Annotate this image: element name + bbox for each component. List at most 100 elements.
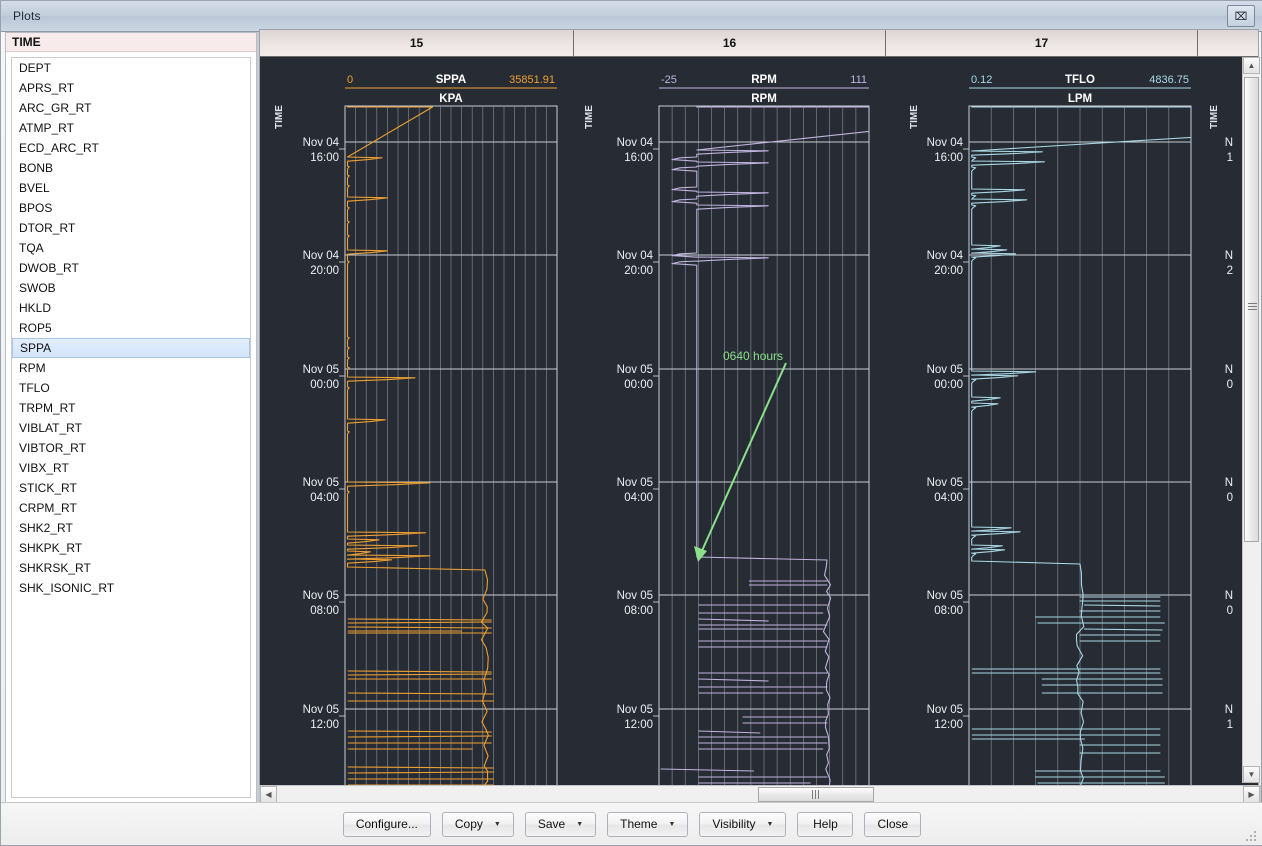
plots-window: Plots ⌧ TIME DEPTAPRS_RTARC_GR_RTATMP_RT… (0, 0, 1262, 846)
scroll-up-icon[interactable]: ▲ (1243, 57, 1260, 74)
curve-list-item-trpm_rt[interactable]: TRPM_RT (12, 398, 250, 418)
horizontal-scrollbar-thumb[interactable] (758, 787, 874, 802)
track-17-min-label: 0.12 (971, 74, 992, 86)
time-tick-time: 00:00 (624, 379, 653, 391)
time-tick-time: 12:00 (934, 719, 963, 731)
track-tab-bar: 15 16 17 (260, 30, 1259, 57)
curve-list-item-shk_isonic_rt[interactable]: SHK_ISONIC_RT (12, 578, 250, 598)
plot-svg: 0 SPPA 35851.91 KPA TIME Nov 04 16:00 Nov 04 20:… (260, 57, 1259, 804)
time-tick-time: 08:00 (310, 605, 339, 617)
scroll-down-icon[interactable]: ▼ (1243, 766, 1260, 783)
curve-list-header: TIME (6, 33, 256, 52)
curve-list-item-shkpk_rt[interactable]: SHKPK_RT (12, 538, 250, 558)
curve-list-item-dwob_rt[interactable]: DWOB_RT (12, 258, 250, 278)
track-15-max-label: 35851.91 (509, 74, 555, 86)
curve-list[interactable]: DEPTAPRS_RTARC_GR_RTATMP_RTECD_ARC_RTBON… (11, 57, 251, 798)
scroll-right-icon[interactable]: ▶ (1243, 786, 1260, 803)
button-label: Help (813, 817, 838, 831)
time-tick-time: 20:00 (310, 265, 339, 277)
curve-list-item-atmp_rt[interactable]: ATMP_RT (12, 118, 250, 138)
track-tab-16[interactable]: 16 (574, 30, 886, 56)
time-tick-time: 20:00 (934, 265, 963, 277)
curve-list-item-shkrsk_rt[interactable]: SHKRSK_RT (12, 558, 250, 578)
time-tick-date: Nov 05 (617, 704, 653, 716)
close-button[interactable]: Close (864, 812, 921, 837)
button-label: Theme (620, 817, 657, 831)
time-tick-time: 08:00 (934, 605, 963, 617)
track-17-time-axis-label: TIME (909, 105, 920, 129)
plot-canvas[interactable]: 0 SPPA 35851.91 KPA TIME Nov 04 16:00 Nov 04 20:… (260, 57, 1259, 804)
curve-list-item-shk2_rt[interactable]: SHK2_RT (12, 518, 250, 538)
curve-list-item-tqa[interactable]: TQA (12, 238, 250, 258)
time-tick-time: 04:00 (624, 492, 653, 504)
time-tick-date-partial: N (1225, 137, 1233, 149)
time-tick-date-partial: N (1225, 250, 1233, 262)
time-tick-date: Nov 05 (927, 590, 963, 602)
copy-button[interactable]: Copy▼ (442, 812, 514, 837)
time-tick-date: Nov 05 (617, 590, 653, 602)
time-tick-date-partial: N (1225, 477, 1233, 489)
chevron-down-icon[interactable]: ▼ (494, 821, 501, 828)
curve-list-item-bvel[interactable]: BVEL (12, 178, 250, 198)
track-tab-15[interactable]: 15 (260, 30, 574, 56)
time-tick-date: Nov 04 (617, 137, 654, 149)
curve-list-item-vibtor_rt[interactable]: VIBTOR_RT (12, 438, 250, 458)
vertical-scrollbar-thumb[interactable] (1244, 77, 1259, 542)
time-tick-time-partial: 2 (1227, 265, 1233, 277)
track-16-max-label: 111 (850, 74, 867, 86)
configure-button[interactable]: Configure... (343, 812, 431, 837)
curve-list-item-rpm[interactable]: RPM (12, 358, 250, 378)
resize-grip-icon[interactable] (1246, 831, 1258, 843)
scroll-up-glyph: ▲ (1248, 61, 1256, 70)
curve-list-item-vibx_rt[interactable]: VIBX_RT (12, 458, 250, 478)
time-tick-date: Nov 04 (303, 250, 340, 262)
time-tick-time-partial: 1 (1227, 152, 1233, 164)
curve-list-panel: TIME DEPTAPRS_RTARC_GR_RTATMP_RTECD_ARC_… (5, 32, 257, 804)
curve-list-item-sppa[interactable]: SPPA (12, 338, 250, 358)
curve-list-item-hkld[interactable]: HKLD (12, 298, 250, 318)
chevron-down-icon[interactable]: ▼ (668, 821, 675, 828)
time-tick-date: Nov 04 (303, 137, 340, 149)
chevron-down-icon[interactable]: ▼ (576, 821, 583, 828)
time-tick-date: Nov 04 (617, 250, 654, 262)
curve-list-item-swob[interactable]: SWOB (12, 278, 250, 298)
time-tick-time: 04:00 (934, 492, 963, 504)
scroll-left-icon[interactable]: ◀ (260, 786, 277, 803)
vertical-scrollbar[interactable]: ▲ ▼ (1242, 57, 1260, 783)
button-label: Visibility (712, 817, 755, 831)
visibility-button[interactable]: Visibility ▼ (699, 812, 786, 837)
curve-list-item-arc_gr_rt[interactable]: ARC_GR_RT (12, 98, 250, 118)
track-16-min-label: -25 (661, 74, 677, 86)
time-tick-time: 00:00 (310, 379, 339, 391)
time-tick-time: 16:00 (624, 152, 653, 164)
track-tab-18[interactable] (1198, 30, 1259, 56)
time-tick-date: Nov 05 (303, 364, 339, 376)
track-tab-17[interactable]: 17 (886, 30, 1198, 56)
curve-list-item-ecd_arc_rt[interactable]: ECD_ARC_RT (12, 138, 250, 158)
close-icon[interactable]: ⌧ (1227, 5, 1255, 27)
time-tick-time: 16:00 (934, 152, 963, 164)
curve-list-item-viblat_rt[interactable]: VIBLAT_RT (12, 418, 250, 438)
curve-list-item-bpos[interactable]: BPOS (12, 198, 250, 218)
track-15-mnemonic: SPPA (436, 74, 466, 86)
annotation-label: 0640 hours (723, 349, 783, 363)
curve-list-item-dept[interactable]: DEPT (12, 58, 250, 78)
curve-list-item-tflo[interactable]: TFLO (12, 378, 250, 398)
time-tick-date: Nov 05 (303, 704, 339, 716)
time-tick-time: 12:00 (310, 719, 339, 731)
curve-list-item-bonb[interactable]: BONB (12, 158, 250, 178)
save-button[interactable]: Save▼ (525, 812, 596, 837)
curve-list-item-dtor_rt[interactable]: DTOR_RT (12, 218, 250, 238)
chevron-down-icon[interactable]: ▼ (767, 821, 774, 828)
window-title: Plots (13, 9, 41, 23)
curve-list-item-aprs_rt[interactable]: APRS_RT (12, 78, 250, 98)
time-tick-time: 20:00 (624, 265, 653, 277)
track-15-units: KPA (439, 93, 462, 105)
help-button[interactable]: Help (797, 812, 853, 837)
curve-list-item-stick_rt[interactable]: STICK_RT (12, 478, 250, 498)
title-bar: Plots ⌧ (1, 1, 1262, 32)
time-tick-time-partial: 0 (1227, 492, 1233, 504)
curve-list-item-rop5[interactable]: ROP5 (12, 318, 250, 338)
curve-list-item-crpm_rt[interactable]: CRPM_RT (12, 498, 250, 518)
theme-button[interactable]: Theme ▼ (607, 812, 688, 837)
